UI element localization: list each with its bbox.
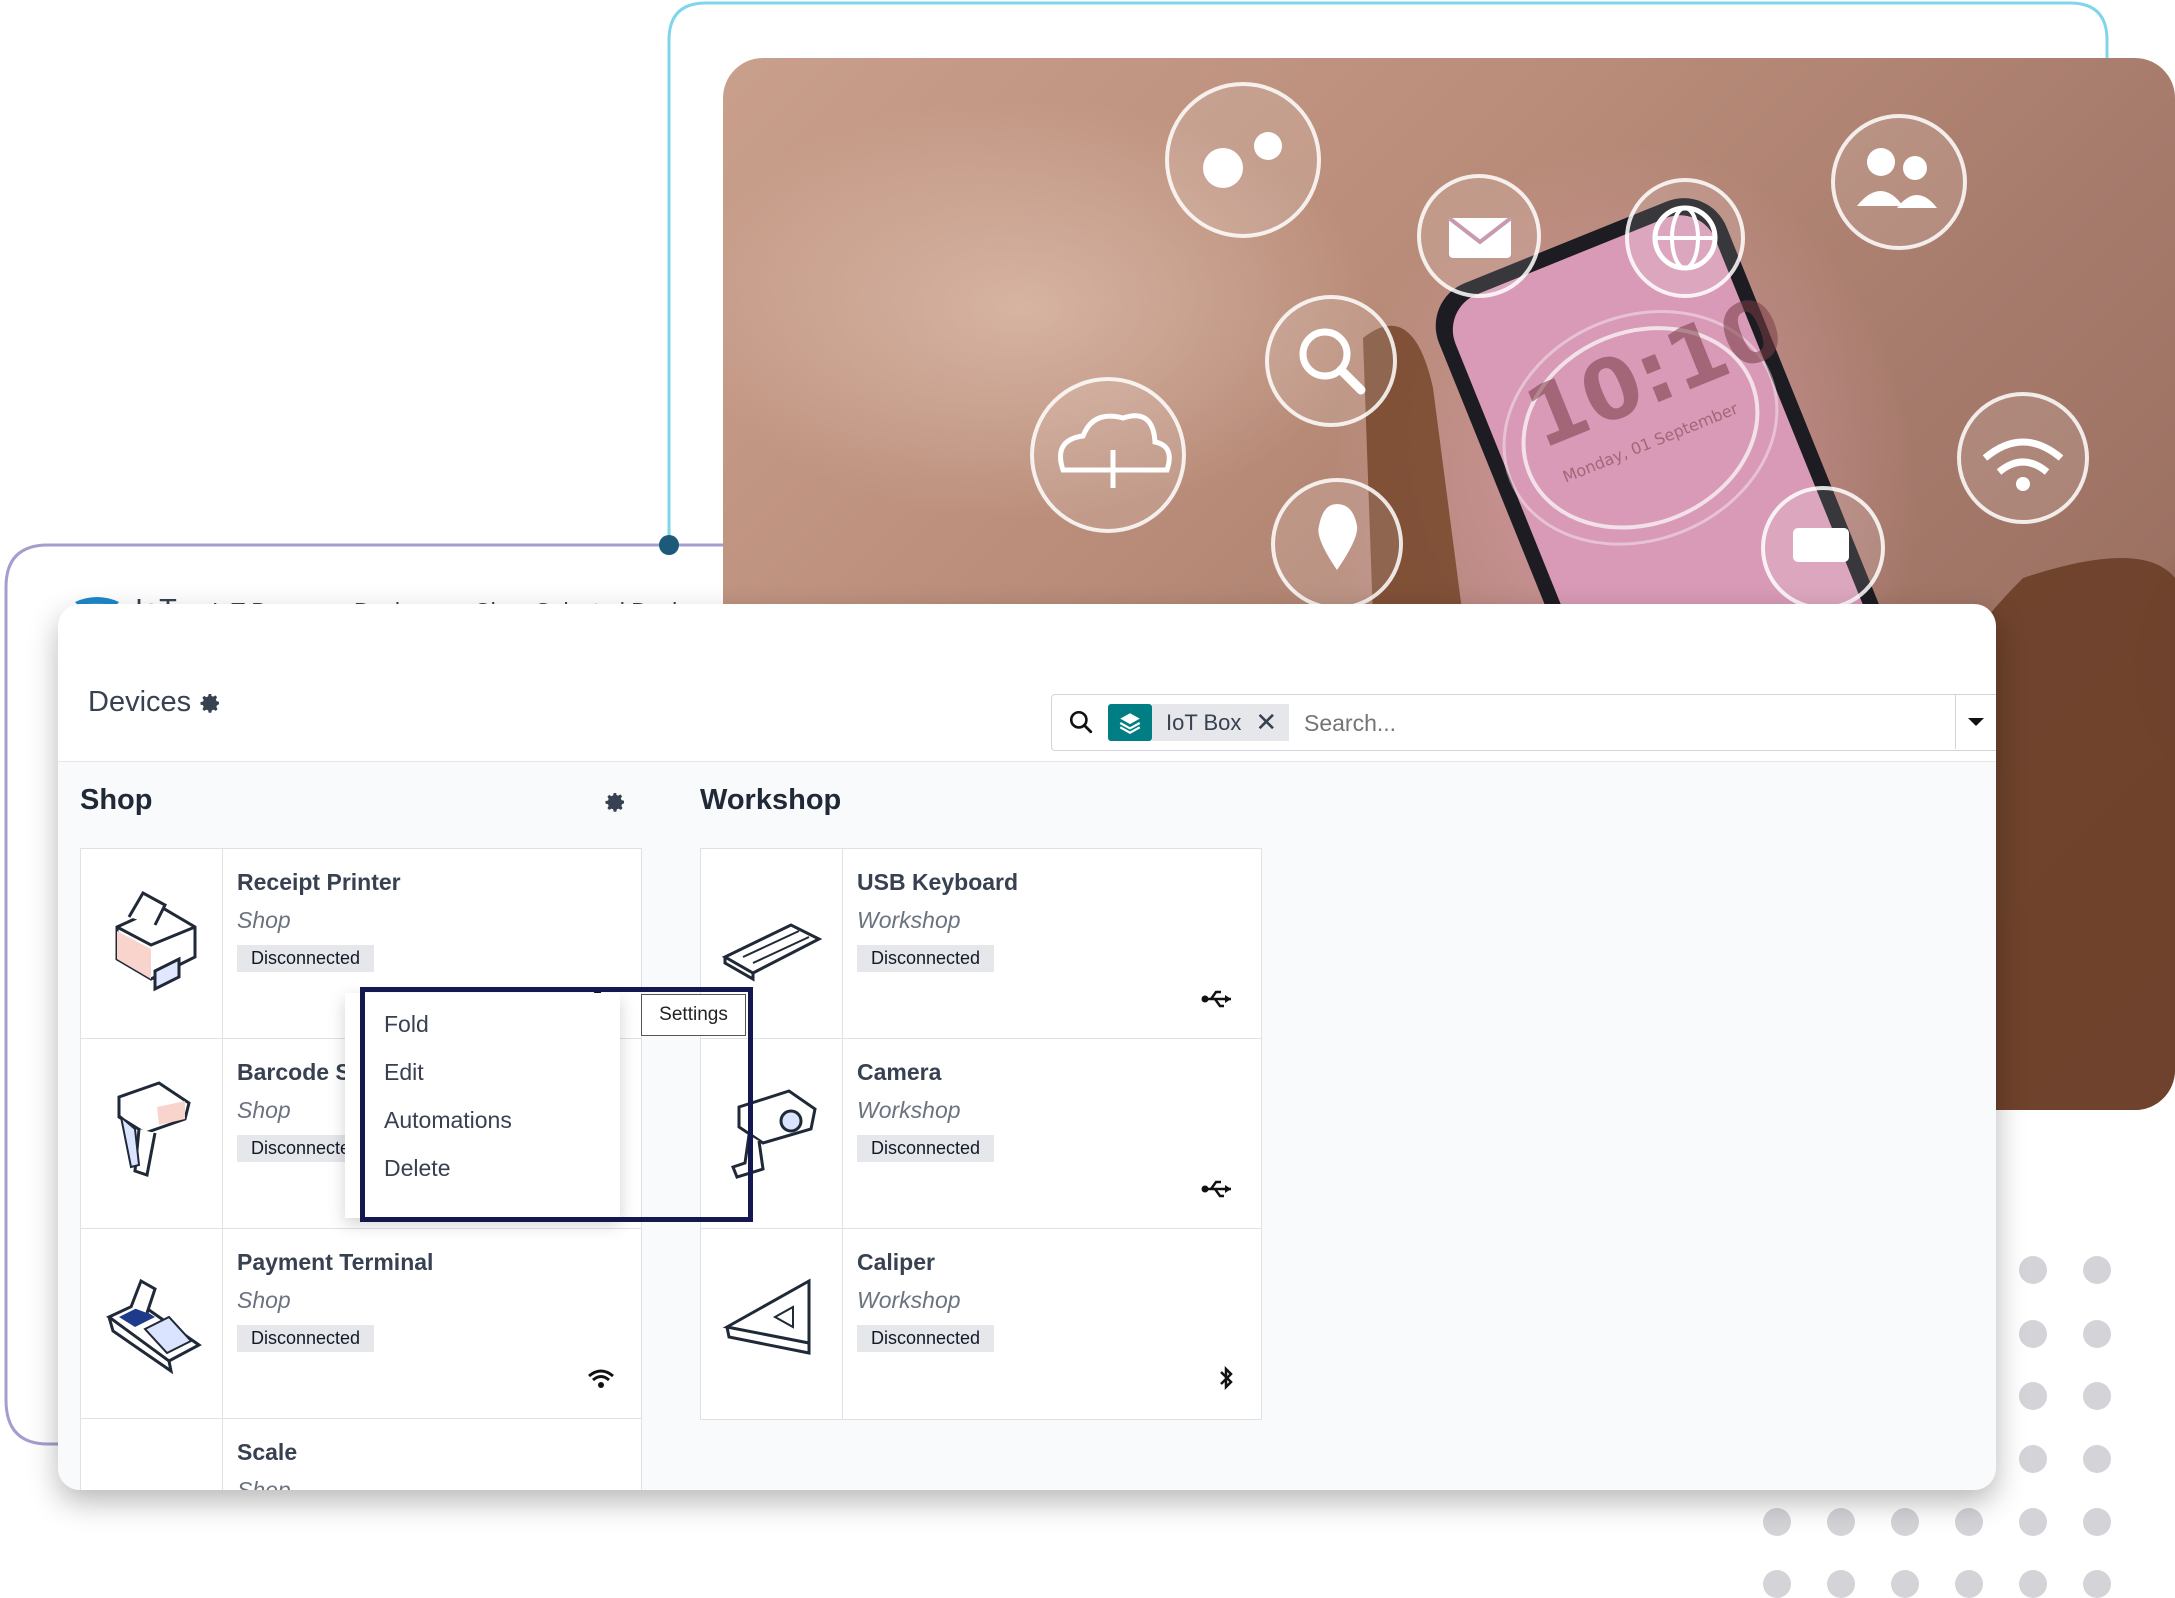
devices-kanban-window: Devices IoT Box ✕ Search... Shop Receipt… [58, 604, 1996, 1490]
device-card-usb-keyboard[interactable]: USB Keyboard Workshop Disconnected [700, 848, 1262, 1040]
device-location: Shop [237, 1097, 291, 1123]
status-badge: Disconnected [237, 1325, 375, 1352]
status-badge: Disconnected [857, 1325, 995, 1352]
barcode-scanner-icon [81, 1039, 223, 1229]
control-panel: Devices IoT Box ✕ [58, 629, 1996, 762]
device-location: Workshop [857, 1097, 961, 1123]
device-card-scale[interactable]: Scale Shop [80, 1418, 642, 1490]
device-name: Payment Terminal [237, 1249, 434, 1275]
device-location: Workshop [857, 907, 961, 933]
usb-icon [1201, 988, 1235, 1015]
device-card-caliper[interactable]: Caliper Workshop Disconnected [700, 1228, 1262, 1420]
caliper-icon [701, 1229, 843, 1419]
group-settings-gear-icon[interactable] [603, 790, 627, 814]
breadcrumb-gear-icon[interactable] [198, 691, 222, 715]
search-input[interactable] [1302, 705, 1906, 741]
scale-icon [81, 1419, 223, 1490]
facet-remove-close-icon[interactable]: ✕ [1255, 704, 1290, 741]
facet-label: IoT Box [1152, 704, 1256, 741]
device-location: Shop [237, 1477, 291, 1490]
caret-down-icon [1968, 718, 1984, 726]
breadcrumb: Devices [88, 686, 192, 718]
payment-terminal-icon [81, 1229, 223, 1419]
device-card-payment-terminal[interactable]: Payment Terminal Shop Disconnected [80, 1228, 642, 1420]
device-card-camera[interactable]: Camera Workshop Disconnected [700, 1038, 1262, 1230]
group-title-workshop[interactable]: Workshop [700, 784, 841, 817]
device-name: Camera [857, 1059, 942, 1085]
device-location: Workshop [857, 1287, 961, 1313]
status-badge: Disconnected [237, 945, 375, 972]
search-bar: IoT Box ✕ [1051, 694, 1996, 751]
search-icon[interactable] [1068, 709, 1094, 735]
status-badge: Disconnected [857, 1135, 995, 1162]
highlight-frame [360, 987, 753, 1222]
device-name: Caliper [857, 1249, 935, 1275]
device-name: Scale [237, 1439, 298, 1465]
bluetooth-icon [1217, 1365, 1235, 1395]
facet-layers-icon [1108, 704, 1152, 741]
usb-icon [1201, 1178, 1235, 1205]
device-location: Shop [237, 1287, 291, 1313]
device-name: Receipt Printer [237, 869, 401, 895]
device-location: Shop [237, 907, 291, 933]
wifi-icon [587, 1368, 615, 1395]
device-name: USB Keyboard [857, 869, 1019, 895]
search-options-toggle[interactable] [1955, 694, 1996, 749]
kanban-content: Shop Receipt Printer Shop Disconnected B… [58, 762, 1996, 1490]
printer-icon [81, 849, 223, 1039]
status-badge: Disconnected [857, 945, 995, 972]
search-facet: IoT Box ✕ [1108, 704, 1290, 741]
group-title-shop[interactable]: Shop [80, 784, 153, 817]
